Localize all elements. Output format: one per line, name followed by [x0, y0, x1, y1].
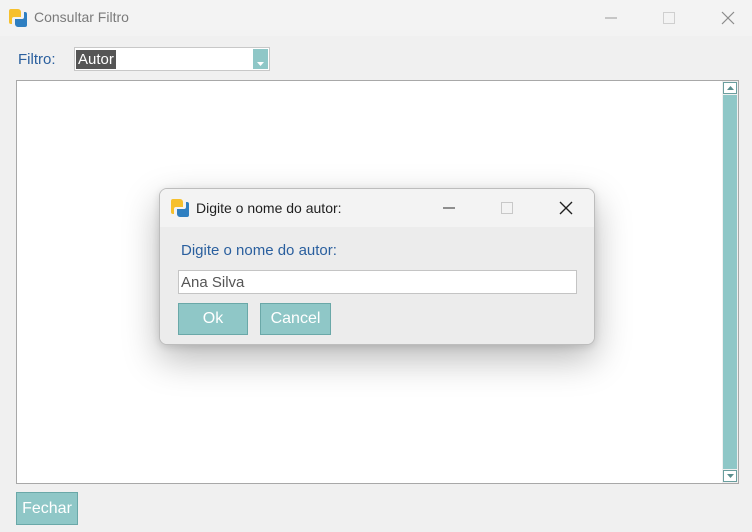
arrow-down-icon — [726, 474, 734, 478]
title-bar: Consultar Filtro — [0, 0, 752, 36]
filter-selected-value: Autor — [76, 50, 116, 69]
minimize-icon — [605, 17, 617, 19]
main-window: Consultar Filtro Filtro: Autor Fechar Di… — [0, 0, 752, 532]
dialog-title: Digite o nome do autor: — [196, 200, 342, 216]
minimize-icon — [443, 207, 455, 209]
maximize-icon — [663, 12, 675, 24]
scroll-down-button[interactable] — [723, 470, 737, 482]
close-icon — [559, 201, 573, 215]
maximize-icon — [501, 202, 513, 214]
window-title: Consultar Filtro — [34, 9, 129, 25]
dialog-minimize-button[interactable] — [427, 189, 471, 227]
arrow-up-icon — [726, 86, 734, 90]
dialog-prompt: Digite o nome do autor: — [181, 242, 337, 259]
dialog-body: Digite o nome do autor: Ok Cancel — [160, 227, 594, 344]
ok-button[interactable]: Ok — [178, 303, 248, 335]
minimize-button[interactable] — [588, 0, 634, 36]
vertical-scrollbar[interactable] — [722, 81, 738, 483]
filter-dropdown-button[interactable] — [253, 49, 268, 69]
author-name-input[interactable] — [178, 270, 577, 294]
chevron-down-icon — [257, 62, 264, 66]
scroll-up-button[interactable] — [723, 82, 737, 94]
maximize-button[interactable] — [646, 0, 692, 36]
filter-combobox[interactable]: Autor — [74, 47, 270, 71]
close-icon — [721, 11, 735, 25]
python-logo-icon — [9, 9, 27, 27]
close-window-button[interactable] — [705, 0, 751, 36]
dialog-title-bar: Digite o nome do autor: — [160, 189, 594, 227]
scroll-thumb[interactable] — [723, 95, 737, 469]
cancel-button[interactable]: Cancel — [260, 303, 331, 335]
filter-label: Filtro: — [18, 51, 56, 68]
dialog-maximize-button[interactable] — [485, 189, 529, 227]
author-input-dialog: Digite o nome do autor: Digite o nome do… — [159, 188, 595, 345]
dialog-close-button[interactable] — [544, 189, 588, 227]
fechar-button[interactable]: Fechar — [16, 492, 78, 525]
python-logo-icon — [171, 199, 189, 217]
